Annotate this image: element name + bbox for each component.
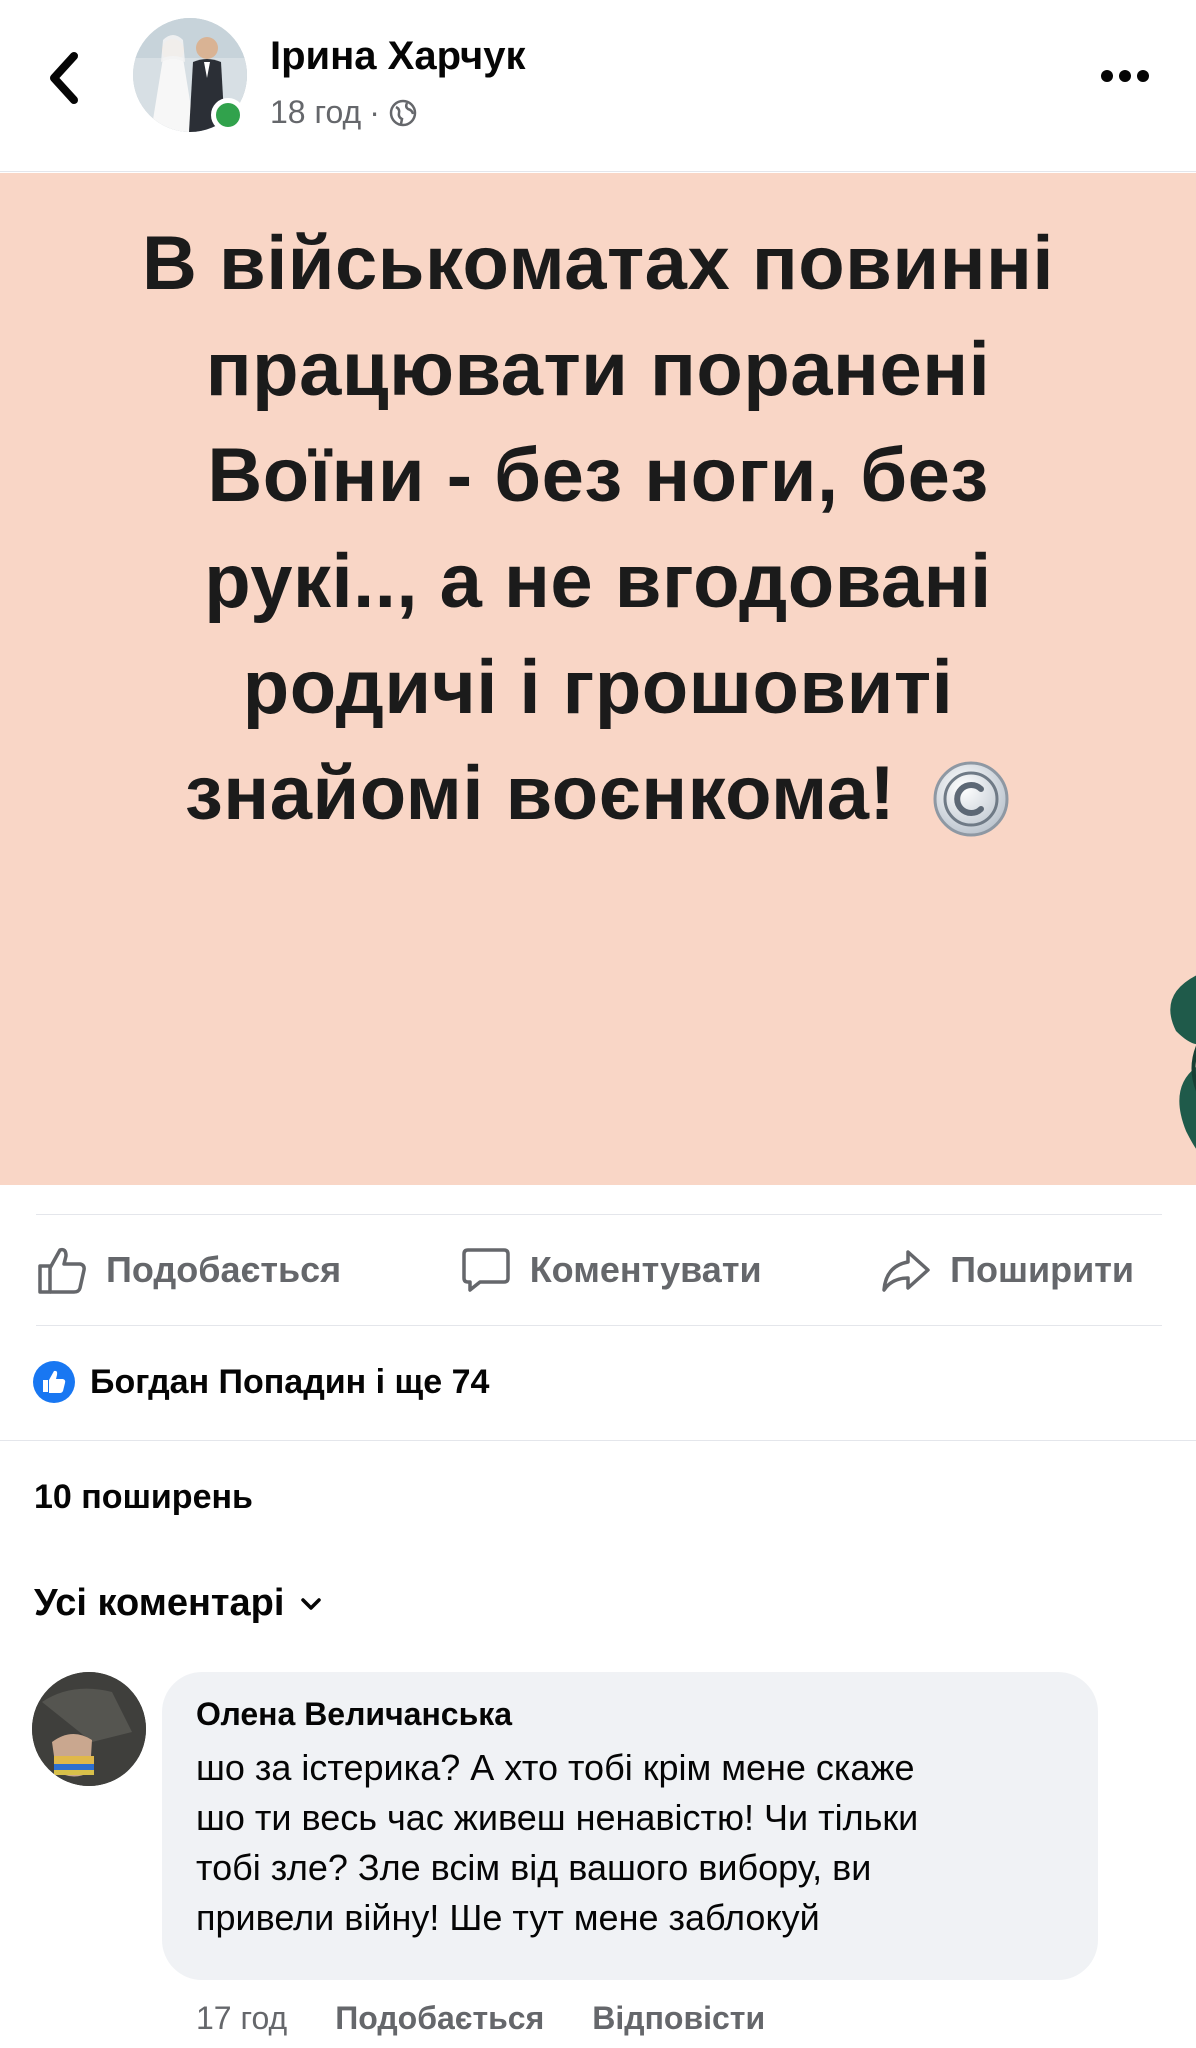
meta-separator: · <box>369 94 380 130</box>
post-image-line: родичі і грошовиті <box>242 645 954 730</box>
share-label: Поширити <box>950 1249 1134 1290</box>
comment-like-button[interactable]: Подобається <box>335 2000 544 2037</box>
post-time[interactable]: 18 год <box>270 94 361 131</box>
post-meta: 18 год · <box>270 94 418 131</box>
thumbs-up-icon <box>38 1247 86 1294</box>
share-button[interactable]: Поширити <box>880 1244 1134 1296</box>
post-image-line: В військоматах повинні <box>141 221 1055 306</box>
comment-label: Коментувати <box>529 1249 762 1290</box>
comments-filter-dropdown[interactable]: Усі коментарі <box>34 1582 322 1625</box>
copyright-icon <box>933 761 1009 837</box>
post-image-text: В військоматах повинні працювати поранен… <box>60 211 1136 847</box>
more-options-button[interactable] <box>1090 56 1160 96</box>
post-image-line: рукі.., а не вгодовані <box>204 539 992 624</box>
like-button[interactable]: Подобається <box>36 1244 341 1296</box>
comment-footer: 17 год Подобається Відповісти <box>196 1996 765 2040</box>
more-dots-icon <box>1101 70 1149 82</box>
comment-button[interactable]: Коментувати <box>460 1244 762 1296</box>
like-reaction-icon <box>33 1361 75 1403</box>
post-actions-bar: Подобається Коментувати Поширити <box>36 1214 1162 1326</box>
reactions-text: Богдан Попадин і ще 74 <box>90 1362 490 1401</box>
share-arrow-icon <box>882 1250 930 1292</box>
chevron-down-icon <box>301 1597 322 1610</box>
comment-text-line: шо за істерика? А хто тобі крім мене ска… <box>196 1747 915 1788</box>
post-image-line: працювати поранені <box>205 327 991 412</box>
author-name[interactable]: Ірина Харчук <box>270 34 526 79</box>
post-image-line: знайомі воєнкома! <box>185 751 896 836</box>
post-image-line: Воїни - без ноги, без <box>207 433 989 518</box>
back-button[interactable] <box>40 46 88 110</box>
divider <box>0 1440 1196 1441</box>
comment-author[interactable]: Олена Величанська <box>196 1696 1064 1733</box>
comment-time[interactable]: 17 год <box>196 2000 287 2037</box>
post-header: Ірина Харчук 18 год · <box>0 0 1196 172</box>
globe-icon <box>389 99 417 126</box>
facebook-post-page: Ірина Харчук 18 год · В військоматах пов… <box>0 0 1196 2048</box>
comment-text-line: тобі зле? Зле всім від вашого вибору, ви <box>196 1847 872 1888</box>
leaf-decoration-icon <box>1170 975 1196 1149</box>
comment-icon <box>461 1248 510 1292</box>
like-label: Подобається <box>106 1249 342 1290</box>
comments-filter-label: Усі коментарі <box>34 1582 285 1624</box>
post-image-last-line-wrap: знайомі воєнкома! <box>60 741 1136 847</box>
comment-text-line: привели війну! Ше тут мене заблокуй <box>196 1897 820 1938</box>
author-avatar-wrap[interactable] <box>133 18 247 132</box>
commenter-avatar[interactable] <box>32 1672 146 1786</box>
hand-photo-icon <box>32 1672 146 1786</box>
comment-text: шо за істерика? А хто тобі крім мене ска… <box>196 1743 1064 1943</box>
reactions-summary[interactable]: Богдан Попадин і ще 74 <box>32 1360 489 1404</box>
comment-reply-button[interactable]: Відповісти <box>592 2000 765 2037</box>
comment-bubble[interactable]: Олена Величанська шо за істерика? А хто … <box>162 1672 1098 1980</box>
comment-text-line: шо ти весь час живеш ненавістю! Чи тільк… <box>196 1797 919 1838</box>
chevron-left-icon <box>50 52 78 104</box>
shares-count[interactable]: 10 поширень <box>34 1478 253 1517</box>
post-image[interactable]: В військоматах повинні працювати поранен… <box>0 173 1196 1185</box>
online-status-dot <box>211 98 245 132</box>
